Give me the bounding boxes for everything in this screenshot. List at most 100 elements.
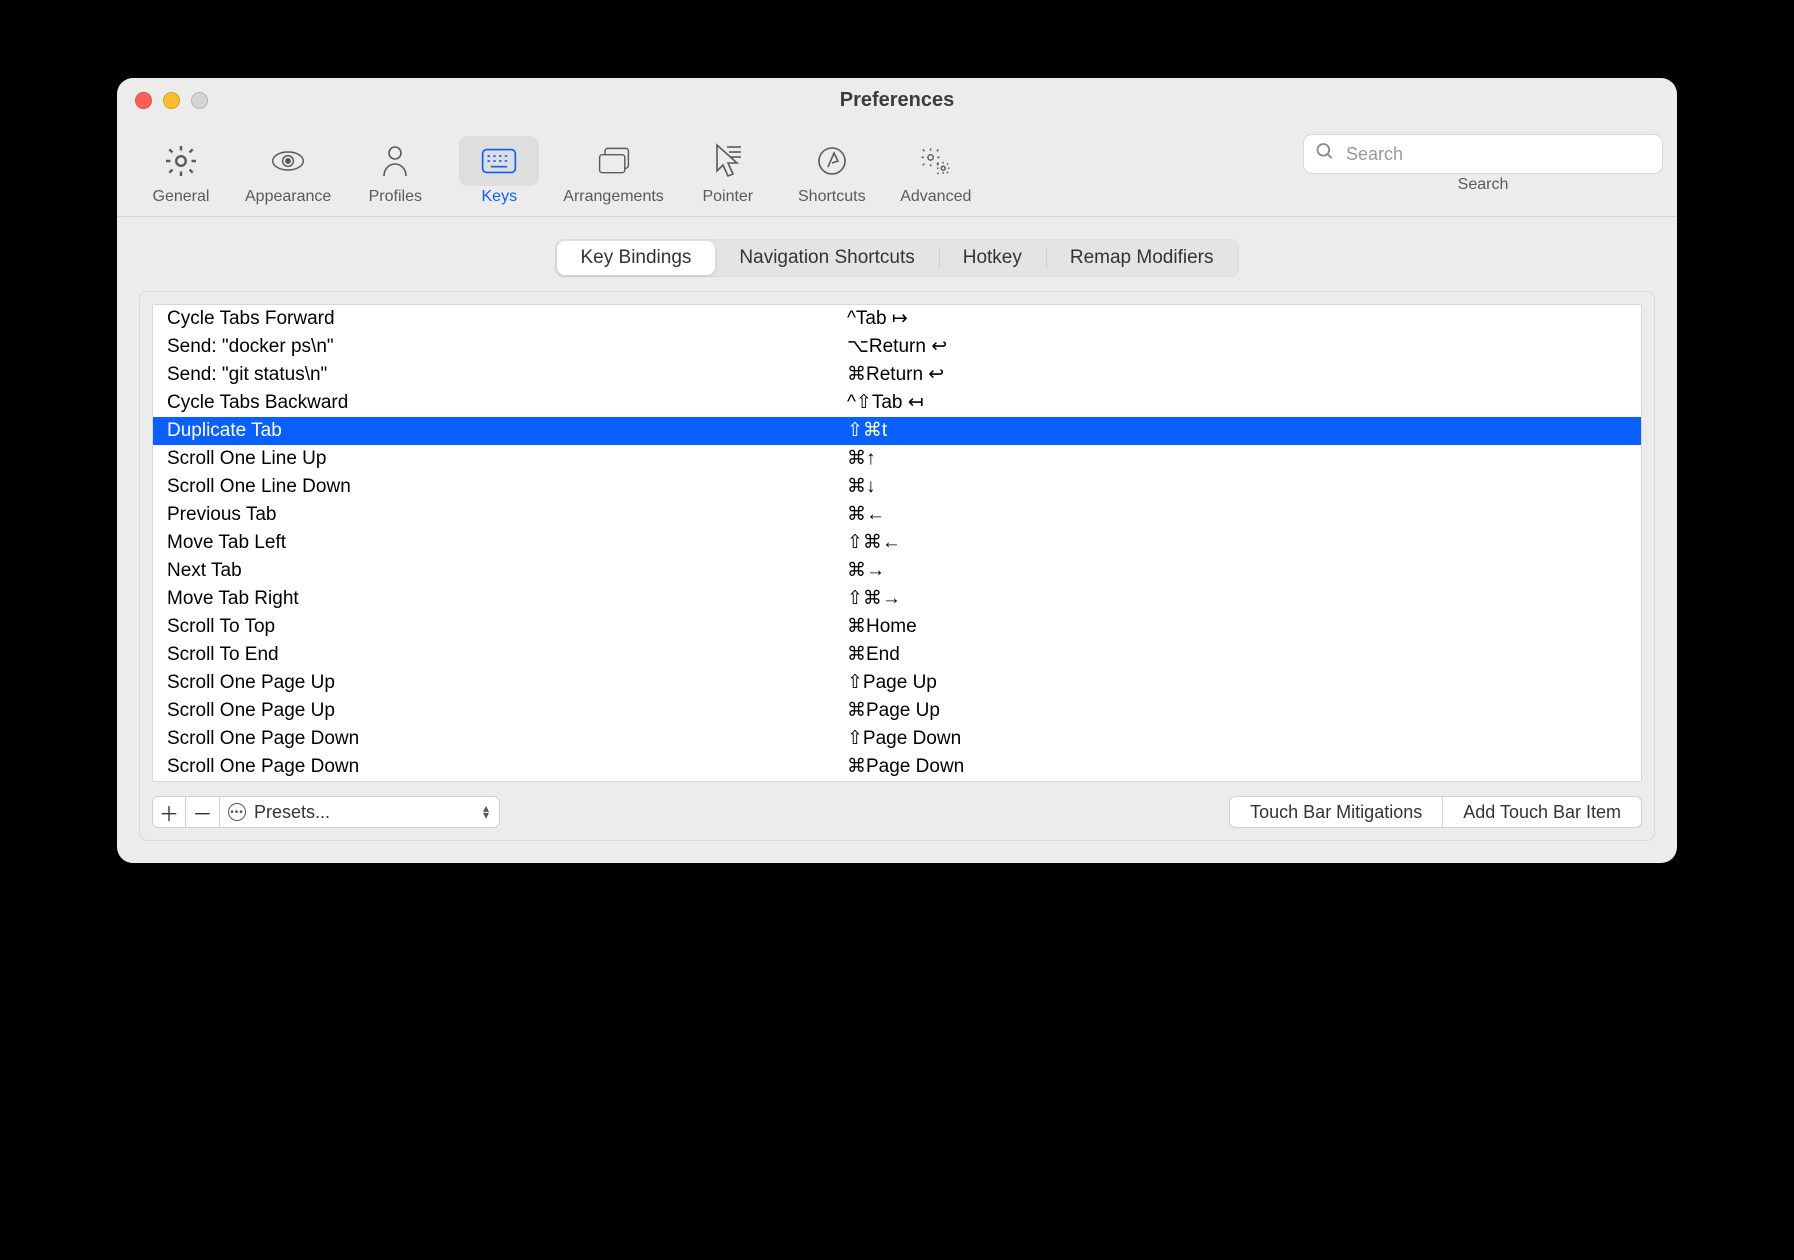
toolbar-item-general[interactable]: General (131, 132, 231, 210)
eye-icon (270, 143, 306, 179)
binding-action: Move Tab Left (167, 529, 847, 557)
add-touch-bar-item-button[interactable]: Add Touch Bar Item (1443, 796, 1642, 828)
pointer-icon (710, 143, 746, 179)
binding-shortcut: ⌘Home (847, 613, 1627, 641)
table-row[interactable]: Scroll One Page Up⇧Page Up (153, 669, 1641, 697)
windows-icon (596, 143, 632, 179)
shortcuts-icon (814, 143, 850, 179)
tab-navigation-shortcuts[interactable]: Navigation Shortcuts (715, 241, 938, 275)
sub-tab-bar: Key BindingsNavigation ShortcutsHotkeyRe… (555, 239, 1240, 277)
binding-shortcut: ⌘Page Down (847, 753, 1627, 781)
tab-key-bindings[interactable]: Key Bindings (557, 241, 716, 275)
binding-shortcut: ^⇧Tab ↤ (847, 389, 1627, 417)
content: Key BindingsNavigation ShortcutsHotkeyRe… (117, 217, 1677, 863)
binding-shortcut: ^Tab ↦ (847, 305, 1627, 333)
binding-action: Scroll One Line Up (167, 445, 847, 473)
toolbar-items: General Appearance Profiles Keys Arrangement… (131, 132, 986, 210)
binding-action: Scroll To Top (167, 613, 847, 641)
binding-shortcut: ⌘Page Up (847, 697, 1627, 725)
key-bindings-panel: Cycle Tabs Forward^Tab ↦Send: "docker ps… (139, 291, 1655, 841)
binding-action: Previous Tab (167, 501, 847, 529)
toolbar-item-keys[interactable]: Keys (449, 132, 549, 210)
search-caption: Search (1458, 176, 1509, 194)
search-icon (1315, 142, 1335, 167)
binding-shortcut: ⌘End (847, 641, 1627, 669)
keyboard-icon (481, 143, 517, 179)
window-controls (135, 92, 208, 109)
profile-icon (377, 143, 413, 179)
binding-action: Move Tab Right (167, 585, 847, 613)
table-row[interactable]: Duplicate Tab⇧⌘t (153, 417, 1641, 445)
toolbar-item-label: Advanced (900, 188, 971, 206)
binding-action: Send: "docker ps\n" (167, 333, 847, 361)
zoom-window-button[interactable] (191, 92, 208, 109)
search-input[interactable] (1303, 134, 1663, 174)
table-row[interactable]: Cycle Tabs Backward^⇧Tab ↤ (153, 389, 1641, 417)
ellipsis-icon: ••• (228, 803, 246, 821)
close-window-button[interactable] (135, 92, 152, 109)
binding-shortcut: ⇧⌘← (847, 529, 1627, 557)
toolbar-item-label: General (153, 188, 210, 206)
binding-shortcut: ⌘↑ (847, 445, 1627, 473)
binding-action: Duplicate Tab (167, 417, 847, 445)
window-title: Preferences (840, 89, 955, 112)
binding-shortcut: ⇧⌘t (847, 417, 1627, 445)
toolbar-item-advanced[interactable]: Advanced (886, 132, 986, 210)
preferences-window: Preferences General Appearance Profiles Key… (117, 78, 1677, 863)
remove-button[interactable]: － (186, 796, 220, 828)
table-row[interactable]: Previous Tab⌘← (153, 501, 1641, 529)
toolbar-item-appearance[interactable]: Appearance (235, 132, 341, 210)
binding-action: Scroll One Line Down (167, 473, 847, 501)
binding-action: Scroll One Page Up (167, 697, 847, 725)
toolbar-item-label: Profiles (369, 188, 422, 206)
table-row[interactable]: Scroll One Page Down⌘Page Down (153, 753, 1641, 781)
presets-dropdown[interactable]: ••• Presets... ▴▾ (220, 796, 500, 828)
touch-bar-mitigations-button[interactable]: Touch Bar Mitigations (1229, 796, 1443, 828)
minimize-window-button[interactable] (163, 92, 180, 109)
binding-action: Send: "git status\n" (167, 361, 847, 389)
presets-label: Presets... (254, 802, 330, 823)
table-row[interactable]: Send: "git status\n"⌘Return ↩ (153, 361, 1641, 389)
toolbar-item-label: Arrangements (563, 188, 664, 206)
table-row[interactable]: Scroll To End⌘End (153, 641, 1641, 669)
binding-action: Scroll One Page Down (167, 753, 847, 781)
title-bar: Preferences (117, 78, 1677, 122)
table-row[interactable]: Scroll To Top⌘Home (153, 613, 1641, 641)
toolbar-item-profiles[interactable]: Profiles (345, 132, 445, 210)
toolbar-item-label: Shortcuts (798, 188, 866, 206)
key-bindings-table[interactable]: Cycle Tabs Forward^Tab ↦Send: "docker ps… (152, 304, 1642, 782)
panel-footer: ＋ － ••• Presets... ▴▾ Touch Bar Mitigati… (152, 796, 1642, 828)
toolbar-item-arrangements[interactable]: Arrangements (553, 132, 674, 210)
binding-action: Cycle Tabs Backward (167, 389, 847, 417)
table-row[interactable]: Move Tab Left⇧⌘← (153, 529, 1641, 557)
table-row[interactable]: Send: "docker ps\n"⌥Return ↩ (153, 333, 1641, 361)
gear-icon (163, 143, 199, 179)
toolbar-item-label: Appearance (245, 188, 331, 206)
table-row[interactable]: Cycle Tabs Forward^Tab ↦ (153, 305, 1641, 333)
toolbar-item-shortcuts[interactable]: Shortcuts (782, 132, 882, 210)
binding-action: Cycle Tabs Forward (167, 305, 847, 333)
add-remove-group: ＋ － ••• Presets... ▴▾ (152, 796, 500, 828)
binding-action: Scroll One Page Up (167, 669, 847, 697)
binding-shortcut: ⌘→ (847, 557, 1627, 585)
table-row[interactable]: Scroll One Line Up⌘↑ (153, 445, 1641, 473)
binding-shortcut: ⌘← (847, 501, 1627, 529)
binding-shortcut: ⇧Page Up (847, 669, 1627, 697)
binding-shortcut: ⌘↓ (847, 473, 1627, 501)
binding-shortcut: ⌘Return ↩ (847, 361, 1627, 389)
toolbar-item-label: Pointer (702, 188, 753, 206)
chevron-updown-icon: ▴▾ (483, 805, 489, 819)
table-row[interactable]: Move Tab Right⇧⌘→ (153, 585, 1641, 613)
advanced-gears-icon (918, 143, 954, 179)
binding-action: Scroll To End (167, 641, 847, 669)
toolbar-item-pointer[interactable]: Pointer (678, 132, 778, 210)
table-row[interactable]: Scroll One Page Up⌘Page Up (153, 697, 1641, 725)
tab-hotkey[interactable]: Hotkey (939, 241, 1046, 275)
add-button[interactable]: ＋ (152, 796, 186, 828)
binding-action: Scroll One Page Down (167, 725, 847, 753)
search-wrap: Search (1303, 134, 1663, 194)
table-row[interactable]: Scroll One Line Down⌘↓ (153, 473, 1641, 501)
tab-remap-modifiers[interactable]: Remap Modifiers (1046, 241, 1238, 275)
table-row[interactable]: Next Tab⌘→ (153, 557, 1641, 585)
table-row[interactable]: Scroll One Page Down⇧Page Down (153, 725, 1641, 753)
